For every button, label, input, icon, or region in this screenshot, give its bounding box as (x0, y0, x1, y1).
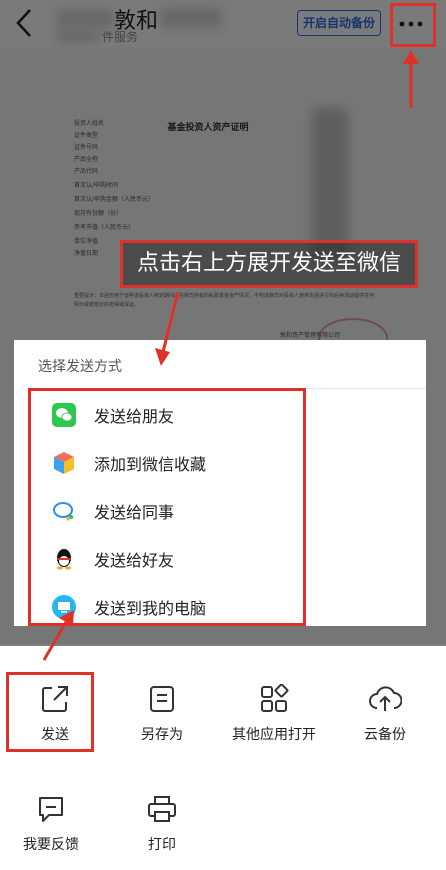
annotation-highlight-send (6, 672, 94, 752)
cloud-upload-icon (369, 686, 402, 711)
annotation-highlight-share-options (28, 388, 306, 626)
save-as-button[interactable]: 另存为 (107, 684, 217, 744)
action-label: 另存为 (141, 727, 183, 743)
cloud-backup-button[interactable]: 云备份 (330, 684, 440, 744)
annotation-highlight-more (390, 3, 436, 47)
share-sheet-heading: 选择发送方式 (38, 359, 122, 375)
action-label: 云备份 (364, 727, 406, 743)
action-label: 打印 (148, 837, 176, 853)
action-label: 我要反馈 (23, 837, 79, 853)
action-label: 其他应用打开 (232, 727, 316, 743)
apps-icon (261, 684, 289, 712)
annotation-banner: 点击右上方展开发送至微信 (120, 240, 418, 288)
print-button[interactable]: 打印 (107, 794, 217, 854)
feedback-button[interactable]: 我要反馈 (0, 794, 106, 854)
open-with-other-app-button[interactable]: 其他应用打开 (219, 684, 329, 744)
save-icon (150, 686, 174, 712)
feedback-icon (39, 797, 63, 822)
printer-icon (148, 796, 176, 822)
